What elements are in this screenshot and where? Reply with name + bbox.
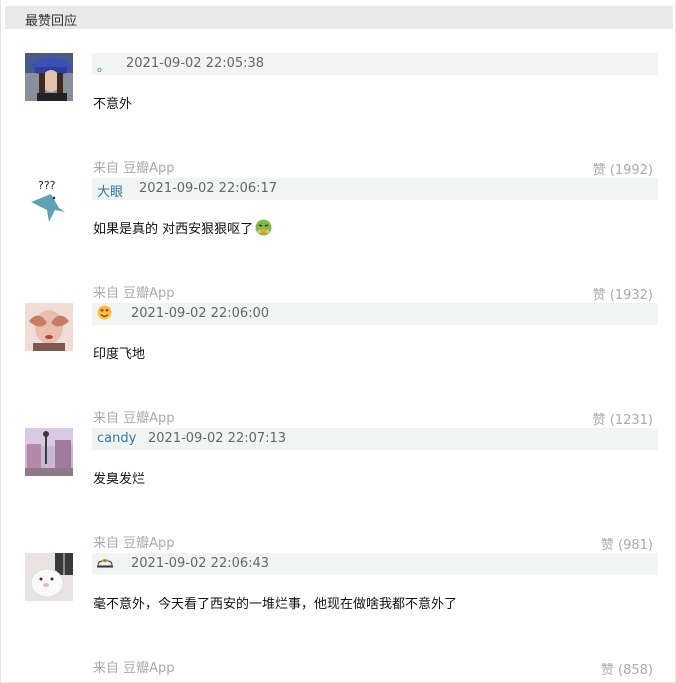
comment-item: 。 2021-09-02 22:05:38 不意外 来自 豆瓣App 赞 (19… <box>1 53 676 178</box>
comment-time: 2021-09-02 22:06:17 <box>139 181 278 196</box>
comment-item: 2021-09-02 22:06:00 印度飞地 来自 豆瓣App 赞 (123… <box>1 303 676 428</box>
vote-number: (1932) <box>609 288 653 303</box>
comment-time: 2021-09-02 22:06:00 <box>131 306 270 321</box>
vote-button[interactable]: 赞 <box>593 413 606 428</box>
author-link[interactable]: 大眼 <box>97 181 123 200</box>
comment-meta: 2021-09-02 22:06:00 <box>92 303 658 325</box>
vote-button[interactable]: 赞 <box>593 288 606 303</box>
comment-time: 2021-09-02 22:07:13 <box>148 431 287 446</box>
avatar-question-bird-icon[interactable]: ??? <box>25 178 73 226</box>
comment-text-body: 如果是真的 对西安狠狠呕了 <box>93 222 254 237</box>
comment-item: 2021-09-02 22:06:43 毫不意外，今天看了西安的一堆烂事，他现在… <box>1 553 676 678</box>
comment-text: 毫不意外，今天看了西安的一堆烂事，他现在做啥我都不意外了 <box>93 597 458 612</box>
comment-meta: candy 2021-09-02 22:07:13 <box>92 428 658 450</box>
vote-number: (981) <box>618 538 653 553</box>
vomiting-face-emoji-icon <box>255 219 272 240</box>
slipper-icon[interactable] <box>96 555 114 574</box>
vote-number: (1231) <box>609 413 653 428</box>
vote-count[interactable]: 赞 (981) <box>601 534 653 553</box>
section-title: 最赞回应 <box>25 14 78 29</box>
comment-source: 来自 豆瓣App <box>93 286 175 301</box>
comment-time: 2021-09-02 22:06:43 <box>131 556 270 571</box>
avatar-question-text: ??? <box>38 179 56 192</box>
avatar-woman-blue-hat-icon[interactable] <box>25 53 73 101</box>
vote-count[interactable]: 赞 (1992) <box>593 159 653 178</box>
author-link[interactable]: 。 <box>97 56 110 75</box>
vote-count[interactable]: 赞 (1231) <box>593 409 653 428</box>
vote-number: (1992) <box>609 163 653 178</box>
comment-text: 印度飞地 <box>93 347 146 362</box>
avatar-face-hands-icon[interactable] <box>25 303 73 351</box>
vote-button[interactable]: 赞 <box>601 663 614 678</box>
comment-text: 发臭发烂 <box>93 472 146 487</box>
vote-count[interactable]: 赞 (1932) <box>593 284 653 303</box>
comment-time: 2021-09-02 22:05:38 <box>126 56 265 71</box>
section-header: 最赞回应 <box>5 6 673 29</box>
comment-source: 来自 豆瓣App <box>93 161 175 176</box>
vote-button[interactable]: 赞 <box>601 538 614 553</box>
avatar-white-cat-icon[interactable] <box>25 553 73 601</box>
vote-count[interactable]: 赞 (858) <box>601 659 653 678</box>
comment-source: 来自 豆瓣App <box>93 661 175 676</box>
comment-source: 来自 豆瓣App <box>93 411 175 426</box>
comment-text: 不意外 <box>93 97 133 112</box>
comments-panel: 最赞回应 。 2021-09-02 22:05:38 不意外 来自 豆瓣App … <box>0 0 676 683</box>
comment-item: ??? 大眼 2021-09-02 22:06:17 如果是真的 对西安狠狠呕了… <box>1 178 676 303</box>
comment-source: 来自 豆瓣App <box>93 536 175 551</box>
vote-button[interactable]: 赞 <box>593 163 606 178</box>
avatar-street-scene-icon[interactable] <box>25 428 73 476</box>
heart-eyes-emoji-icon[interactable] <box>97 305 112 324</box>
comment-text: 如果是真的 对西安狠狠呕了 <box>93 218 272 240</box>
comment-meta: 。 2021-09-02 22:05:38 <box>92 53 658 75</box>
author-link[interactable]: candy <box>97 431 136 446</box>
comment-meta: 2021-09-02 22:06:43 <box>92 553 658 575</box>
vote-number: (858) <box>618 663 653 678</box>
comment-meta: 大眼 2021-09-02 22:06:17 <box>92 178 658 200</box>
comment-item: candy 2021-09-02 22:07:13 发臭发烂 来自 豆瓣App … <box>1 428 676 553</box>
